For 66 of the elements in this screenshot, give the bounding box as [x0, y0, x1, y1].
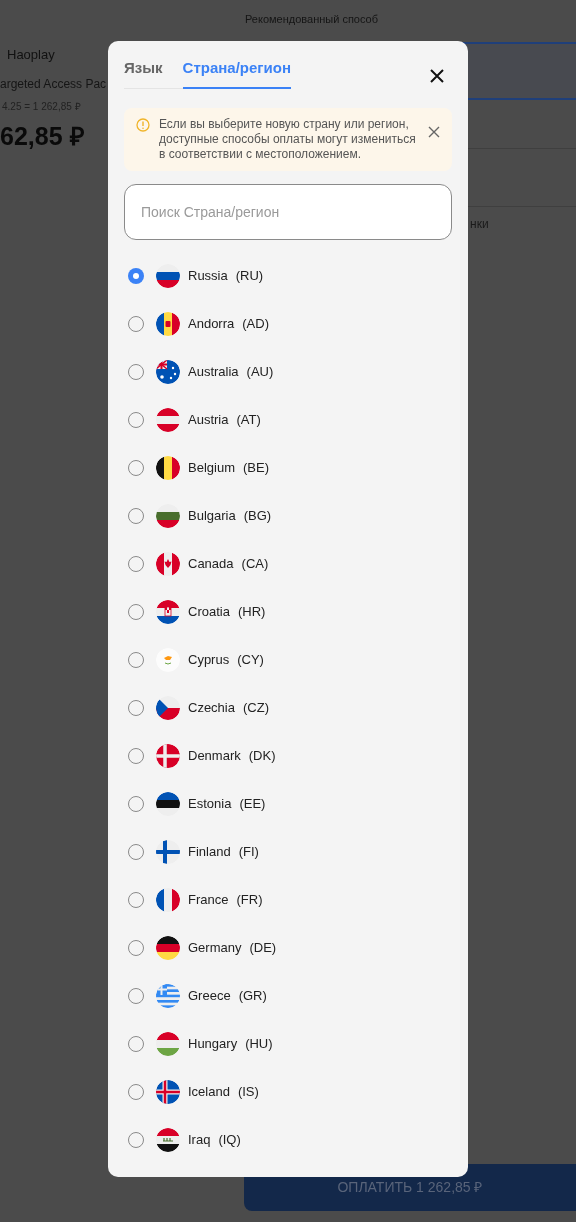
- flag-icon: [156, 359, 180, 384]
- country-code: (DE): [249, 938, 277, 957]
- flag-icon: [156, 1127, 180, 1152]
- country-code: (GR): [238, 986, 267, 1005]
- country-name[interactable]: Belgium: [188, 457, 235, 478]
- brand-name: Haoplay: [6, 46, 56, 64]
- country-name[interactable]: Estonia: [188, 793, 232, 814]
- country-name[interactable]: Austria: [188, 409, 229, 430]
- country-name[interactable]: Hungary: [188, 1033, 238, 1054]
- country-code: (CA): [241, 554, 269, 573]
- warning-icon: [136, 117, 150, 132]
- country-name[interactable]: Canada: [188, 553, 234, 574]
- flag-icon: [156, 983, 180, 1008]
- flag-icon: [156, 407, 180, 432]
- country-code: (EE): [239, 794, 266, 813]
- country-name[interactable]: Russia: [188, 265, 228, 286]
- flag-icon: [156, 1079, 180, 1104]
- notice-text: Если вы выберите новую страну или регион, доступные способы оплаты могут измениться в соответствии с местоположением.: [159, 116, 417, 162]
- search-field[interactable]: Поиск Страна/регион: [124, 183, 452, 240]
- close-icon[interactable]: [428, 67, 446, 85]
- flag-icon: [156, 695, 180, 720]
- country-name[interactable]: Iceland: [188, 1081, 230, 1102]
- country-code: (AD): [242, 314, 269, 333]
- country-code: (IQ): [218, 1130, 241, 1149]
- country-name[interactable]: Australia: [188, 361, 239, 382]
- country-code: (CY): [237, 650, 264, 669]
- country-name[interactable]: France: [188, 889, 229, 910]
- dismiss-icon[interactable]: [428, 125, 440, 138]
- tab[interactable]: Язык: [124, 57, 163, 89]
- flag-icon: [156, 839, 180, 864]
- country-name[interactable]: Bulgaria: [188, 505, 236, 526]
- flag-icon: [156, 1031, 180, 1056]
- country-name[interactable]: Czechia: [188, 697, 235, 718]
- country-name[interactable]: Andorra: [188, 313, 235, 334]
- radio-button[interactable]: [128, 267, 144, 284]
- country-code: (FI): [238, 842, 259, 861]
- country-name[interactable]: Iraq: [188, 1129, 211, 1150]
- flag-icon: [156, 887, 180, 912]
- flag-icon: [156, 311, 180, 336]
- country-code: (DK): [248, 746, 276, 765]
- flag-icon: [156, 935, 180, 960]
- country-name[interactable]: Croatia: [188, 601, 230, 622]
- flag-icon: [156, 647, 180, 672]
- country-code: (BE): [242, 458, 269, 477]
- flag-icon: [156, 503, 180, 528]
- country-code: (FR): [236, 890, 263, 909]
- flag-icon: [156, 599, 180, 624]
- price-total: 62,85 ₽: [0, 120, 85, 152]
- country-name[interactable]: Denmark: [188, 745, 241, 766]
- flag-icon: [156, 743, 180, 768]
- country-name[interactable]: Finland: [188, 841, 231, 862]
- country-code: (AU): [246, 362, 274, 381]
- country-name[interactable]: Greece: [188, 985, 231, 1006]
- country-code: (HR): [237, 602, 266, 621]
- country-name[interactable]: Cyprus: [188, 649, 230, 670]
- country-code: (RU): [235, 266, 264, 285]
- country-code: (AT): [236, 410, 261, 429]
- flag-icon: [156, 791, 180, 816]
- country-code: (CZ): [242, 698, 269, 717]
- flag-icon: [156, 263, 180, 288]
- country-code: (IS): [237, 1082, 259, 1101]
- country-code: (HU): [245, 1034, 273, 1053]
- flag-icon: [156, 455, 180, 480]
- country-code: (BG): [243, 506, 272, 525]
- flag-icon: [156, 551, 180, 576]
- country-name[interactable]: Germany: [188, 937, 242, 958]
